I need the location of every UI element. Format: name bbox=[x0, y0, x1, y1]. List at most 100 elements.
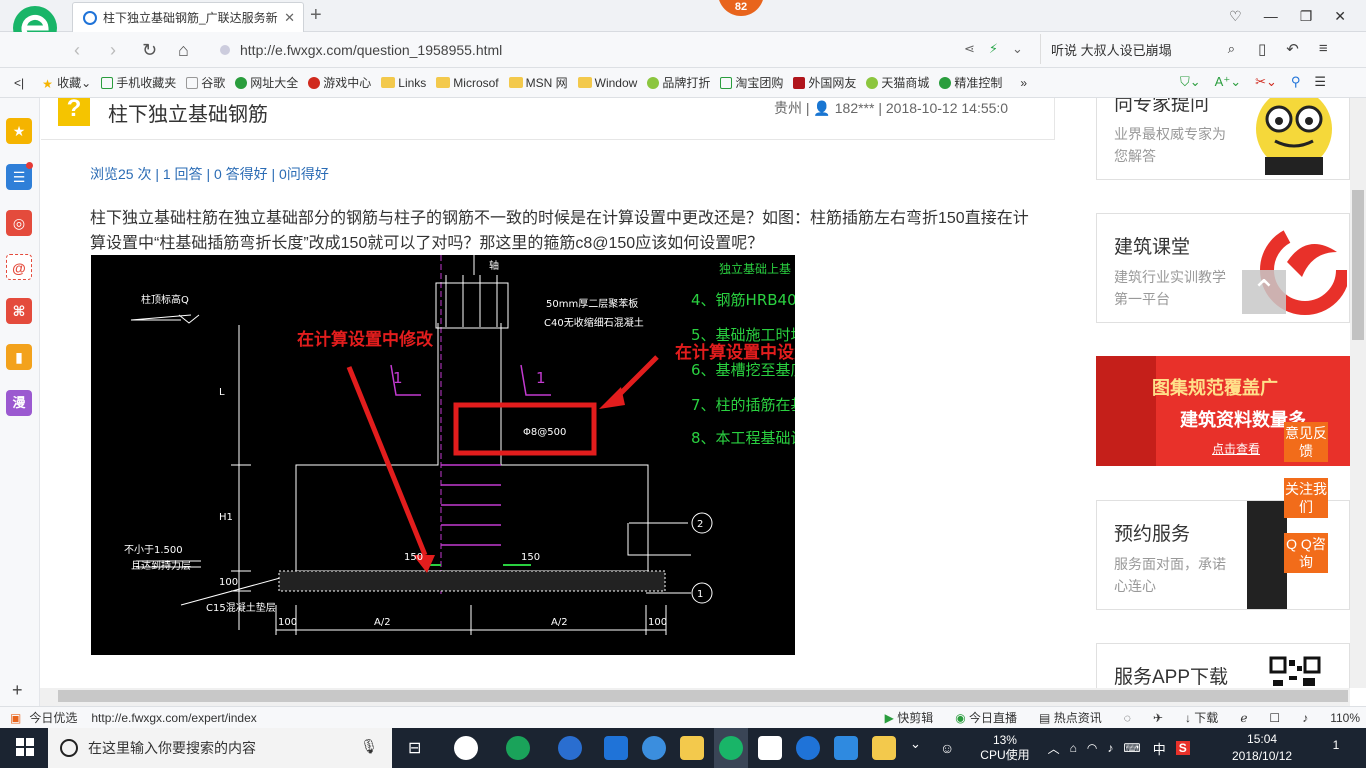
undo-icon[interactable]: ↶ bbox=[1286, 40, 1299, 58]
fav-item-8[interactable]: Window bbox=[577, 76, 637, 90]
new-tab-button[interactable]: + bbox=[310, 4, 322, 27]
app-active-browser-icon[interactable] bbox=[719, 736, 743, 760]
back-icon[interactable]: ‹ bbox=[74, 40, 80, 61]
fav-item-2[interactable]: 谷歌 bbox=[186, 74, 225, 91]
game-controller-icon[interactable]: ⌘ bbox=[6, 298, 32, 324]
fav-item-10[interactable]: 淘宝团购 bbox=[720, 74, 783, 91]
vertical-scroll-thumb[interactable] bbox=[1352, 190, 1364, 340]
fav-item-4[interactable]: 游戏中心 bbox=[308, 74, 371, 91]
forward-icon[interactable]: › bbox=[110, 40, 116, 61]
status-item-live[interactable]: ◉ 今日直播 bbox=[955, 709, 1017, 726]
weibo-icon[interactable]: ◎ bbox=[6, 210, 32, 236]
fav-item-5[interactable]: Links bbox=[381, 76, 426, 90]
status-item-download[interactable]: ↓ 下载 bbox=[1185, 709, 1218, 726]
comic-icon[interactable]: 漫 bbox=[6, 390, 32, 416]
show-hidden-icon[interactable]: ︿ bbox=[1048, 740, 1060, 757]
sogou-icon[interactable]: S bbox=[1175, 741, 1190, 755]
tab-close-icon[interactable]: ✕ bbox=[284, 10, 295, 26]
feedback-tab[interactable]: 意见反馈 bbox=[1284, 422, 1328, 462]
fav-item-1[interactable]: 手机收藏夹 bbox=[101, 74, 176, 91]
menu-icon[interactable]: ☰ bbox=[1314, 74, 1326, 90]
magnifier-icon[interactable]: ⚲ bbox=[1291, 74, 1301, 90]
app-mail-icon[interactable] bbox=[758, 736, 782, 760]
wifi-icon[interactable]: ◠ bbox=[1087, 741, 1097, 755]
speed-icon[interactable]: ◌ bbox=[1124, 711, 1131, 725]
fav-item-13[interactable]: 精准控制 bbox=[939, 74, 1002, 91]
fav-item-11[interactable]: 外国网友 bbox=[793, 74, 856, 91]
menu-icon[interactable]: ≡ bbox=[1319, 40, 1328, 58]
pin-icon[interactable]: ✈ bbox=[1153, 711, 1163, 725]
share-icon[interactable]: ⋖ bbox=[964, 41, 975, 57]
chevron-down-icon[interactable]: ⌄ bbox=[1012, 41, 1023, 57]
taskbar-search-box[interactable]: 在这里输入你要搜索的内容 🎙 bbox=[48, 728, 392, 768]
url-field[interactable]: http://e.fwxgx.com/question_1958955.html bbox=[220, 37, 1030, 63]
status-daily-pick[interactable]: 今日优选 bbox=[29, 709, 77, 726]
app-edge-icon[interactable] bbox=[604, 736, 628, 760]
book-icon[interactable]: ▮ bbox=[6, 344, 32, 370]
refresh-icon[interactable]: ↻ bbox=[142, 40, 157, 61]
people-icon[interactable]: ☺ bbox=[940, 740, 954, 756]
microphone-icon[interactable]: 🎙 bbox=[360, 738, 378, 755]
app-g-icon[interactable] bbox=[796, 736, 820, 760]
app-globe-icon[interactable] bbox=[558, 736, 582, 760]
app-browser-e-icon[interactable] bbox=[506, 736, 530, 760]
back-to-top-icon[interactable]: ⌃ bbox=[1242, 270, 1286, 314]
fav-item-3[interactable]: 网址大全 bbox=[235, 74, 298, 91]
tab-active[interactable]: 柱下独立基础钢筋_广联达服务新 ✕ bbox=[72, 2, 304, 32]
hot-search-box[interactable]: 听说 大叔人设已崩塌 ⌕ bbox=[1040, 34, 1245, 64]
building-class-card[interactable]: 建筑课堂 建筑行业实训教学第一平台 bbox=[1096, 213, 1350, 323]
shirt-icon[interactable]: ♡ bbox=[1229, 8, 1242, 25]
search-icon[interactable]: ⌕ bbox=[1228, 41, 1235, 57]
maximize-icon[interactable]: ❐ bbox=[1300, 8, 1313, 25]
minimize-icon[interactable]: — bbox=[1264, 8, 1278, 24]
question-drawing-image[interactable]: 轴 50mm厚二层聚苯板 C40无收缩细石混凝土 柱顶标高Q Φ8@500 15… bbox=[91, 255, 795, 655]
ie-icon[interactable]: ℯ bbox=[1240, 711, 1247, 725]
fav-item-0[interactable]: ★ 收藏 ⌄ bbox=[42, 74, 91, 91]
fav-item-6[interactable]: Microsof bbox=[436, 76, 499, 90]
app-explorer-icon[interactable] bbox=[680, 736, 704, 760]
status-item-edit[interactable]: ▶ 快剪辑 bbox=[885, 709, 934, 726]
tray-expand-icon[interactable]: ⌄ bbox=[910, 736, 921, 752]
gift-icon[interactable]: ▣ bbox=[10, 711, 21, 725]
lightning-icon[interactable]: ⚡ bbox=[989, 41, 998, 57]
scissors-icon[interactable]: ✂⌄ bbox=[1255, 74, 1277, 90]
fav-item-12[interactable]: 天猫商城 bbox=[866, 74, 929, 91]
clock[interactable]: 15:04 2018/10/12 bbox=[1232, 731, 1292, 765]
follow-us-tab[interactable]: 关注我们 bbox=[1284, 478, 1328, 518]
cpu-meter[interactable]: 13% CPU使用 bbox=[980, 733, 1029, 763]
app-download-card[interactable]: 服务APP下载 bbox=[1096, 643, 1350, 688]
keyboard-icon[interactable]: ⌨ bbox=[1123, 741, 1140, 755]
ask-expert-card[interactable]: 向专家提问 业界最权威专家为您解答 bbox=[1096, 98, 1350, 180]
add-icon[interactable]: + bbox=[12, 680, 23, 701]
banner-link[interactable]: 点击查看 bbox=[1212, 440, 1260, 457]
home-icon[interactable]: ⌂ bbox=[178, 40, 189, 61]
translate-icon[interactable]: A⁺⌄ bbox=[1215, 74, 1241, 90]
collapse-sidebar-icon[interactable]: <| bbox=[14, 76, 24, 90]
fav-item-7[interactable]: MSN 网 bbox=[508, 74, 568, 91]
fav-item-9[interactable]: 品牌打折 bbox=[647, 74, 710, 91]
ime-indicator[interactable]: 中 bbox=[1153, 739, 1166, 758]
favorites-star-icon[interactable]: ★ bbox=[6, 118, 32, 144]
site-info-icon[interactable] bbox=[220, 45, 230, 55]
app-plus-icon[interactable] bbox=[834, 736, 858, 760]
app-notepad-icon[interactable] bbox=[872, 736, 896, 760]
fav-more-icon[interactable]: » bbox=[1020, 76, 1027, 90]
status-item-news[interactable]: ▤ 热点资讯 bbox=[1039, 709, 1102, 726]
close-icon[interactable]: ✕ bbox=[1334, 8, 1346, 25]
volume-icon[interactable]: ♪ bbox=[1107, 741, 1113, 755]
qq-consult-tab[interactable]: Q Q咨询 bbox=[1284, 533, 1328, 573]
zoom-level[interactable]: 110% bbox=[1330, 711, 1360, 725]
windows-start-icon[interactable] bbox=[16, 738, 34, 756]
task-view-icon[interactable]: ⊟ bbox=[408, 738, 421, 758]
network-icon[interactable]: ⌂ bbox=[1070, 741, 1077, 755]
mail-icon[interactable]: @ bbox=[6, 254, 32, 280]
volume-icon[interactable]: ♪ bbox=[1302, 711, 1308, 725]
horizontal-scroll-thumb[interactable] bbox=[58, 690, 1348, 702]
app-ie-icon[interactable] bbox=[642, 736, 666, 760]
vertical-scrollbar[interactable] bbox=[1350, 98, 1366, 688]
shield-icon[interactable]: ⛉⌄ bbox=[1180, 74, 1201, 90]
app-pinwheel-icon[interactable] bbox=[454, 736, 478, 760]
notification-center-icon[interactable]: 1 bbox=[1326, 738, 1346, 758]
window-icon[interactable]: ☐ bbox=[1269, 711, 1280, 725]
phone-icon[interactable]: ▯ bbox=[1258, 40, 1266, 58]
